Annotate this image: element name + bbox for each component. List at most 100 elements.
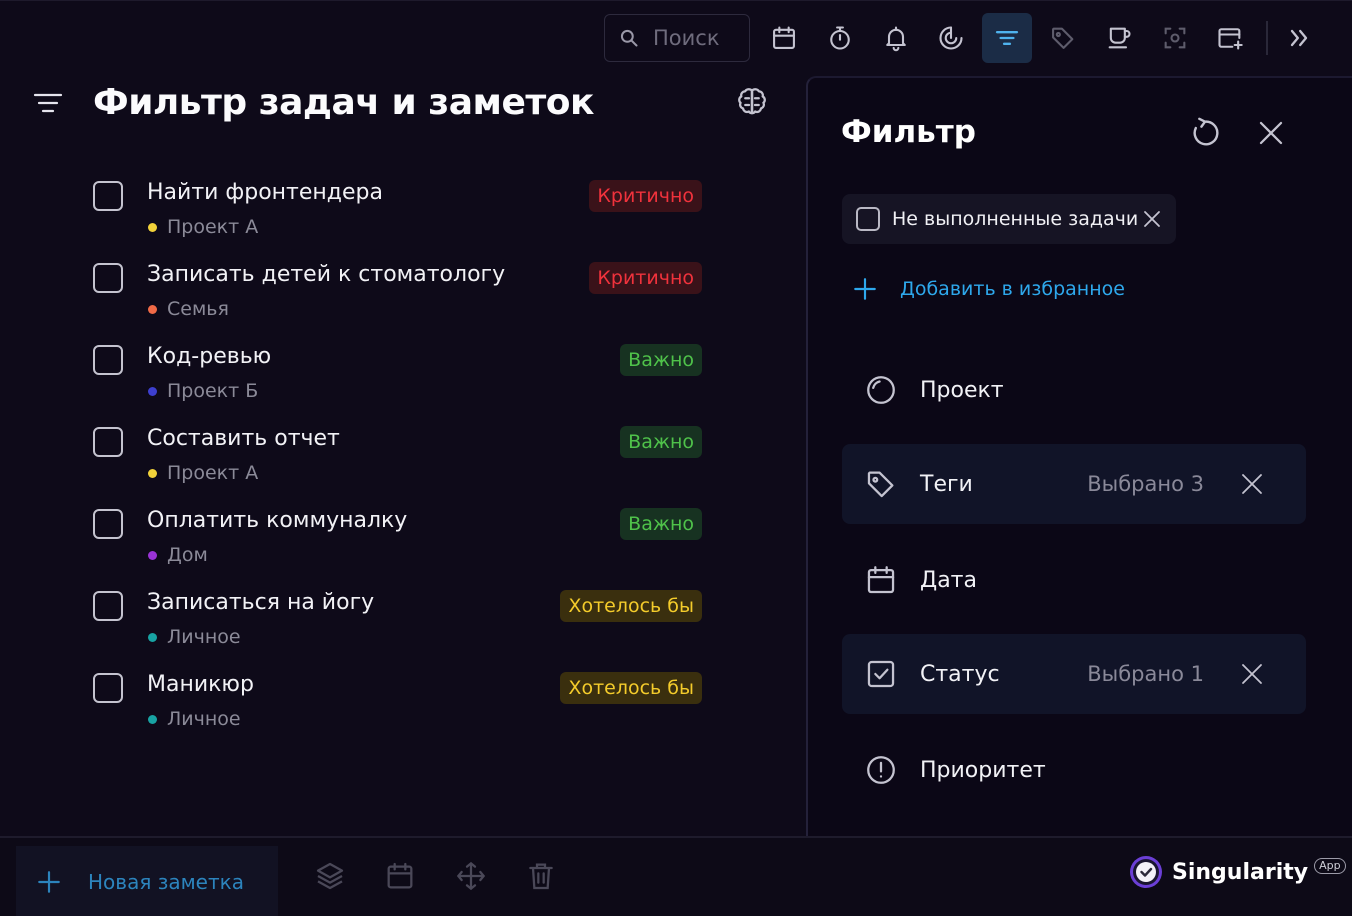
ai-button[interactable] xyxy=(734,84,770,120)
filter-row-value: Выбрано 1 xyxy=(1087,662,1204,686)
notifications-button[interactable] xyxy=(871,13,921,63)
task-row[interactable]: Записаться на йогу Личное Хотелось бы xyxy=(92,586,704,668)
task-project: Проект А xyxy=(148,216,258,238)
task-list-panel: Фильтр задач и заметок Найти фронтендера… xyxy=(0,76,806,836)
tags-button[interactable] xyxy=(1038,13,1088,63)
task-project: Дом xyxy=(148,544,208,566)
expand-right-icon xyxy=(1290,29,1308,47)
task-row[interactable]: Найти фронтендера Проект А Критично xyxy=(92,176,704,258)
bell-icon xyxy=(886,26,906,52)
task-project-label: Личное xyxy=(167,708,241,730)
saved-filter-chip[interactable]: Не выполненные задачи xyxy=(842,194,1176,244)
project-dot xyxy=(148,386,157,396)
calendar-button[interactable] xyxy=(759,13,809,63)
task-project: Проект Б xyxy=(148,380,258,402)
task-row[interactable]: Код-ревью Проект Б Важно xyxy=(92,340,704,422)
filter-panel: Фильтр Не выполненные задачи Добавить в … xyxy=(806,76,1352,836)
task-row[interactable]: Записать детей к стоматологу Семья Крити… xyxy=(92,258,704,340)
clear-status-button[interactable] xyxy=(1240,662,1264,686)
close-icon xyxy=(1259,121,1283,145)
close-filter-button[interactable] xyxy=(1256,118,1286,148)
project-dot xyxy=(148,632,157,642)
timer-button[interactable] xyxy=(815,13,865,63)
bottom-bar: Новая заметка Singularity App xyxy=(0,836,1352,916)
task-project: Личное xyxy=(148,708,241,730)
task-project: Семья xyxy=(148,298,229,320)
priority-badge: Хотелось бы xyxy=(560,590,702,622)
toolbar-divider xyxy=(1266,21,1268,55)
filter-row-priority[interactable]: Приоритет xyxy=(842,730,1306,810)
focus-button[interactable] xyxy=(1150,13,1200,63)
layers-icon xyxy=(316,862,344,890)
new-note-button[interactable]: Новая заметка xyxy=(16,846,278,916)
chip-checkbox[interactable] xyxy=(856,207,880,231)
filter-icon xyxy=(995,31,1019,45)
calendar-icon xyxy=(387,862,413,889)
task-checkbox[interactable] xyxy=(93,181,123,211)
priority-badge: Хотелось бы xyxy=(560,672,702,704)
habits-button[interactable] xyxy=(926,13,976,63)
task-project-label: Личное xyxy=(167,626,241,648)
filter-row-date[interactable]: Дата xyxy=(842,540,1306,620)
layers-button[interactable] xyxy=(314,860,346,892)
search-box[interactable] xyxy=(604,14,750,62)
chip-label: Не выполненные задачи xyxy=(892,208,1139,230)
calendar-icon xyxy=(773,26,795,49)
project-dot xyxy=(148,550,157,560)
filter-row-status[interactable]: Статус Выбрано 1 xyxy=(842,634,1306,714)
task-row[interactable]: Составить отчет Проект А Важно xyxy=(92,422,704,504)
clear-tags-button[interactable] xyxy=(1240,472,1264,496)
coffee-icon xyxy=(1108,27,1131,49)
project-dot xyxy=(148,304,157,314)
task-project-label: Проект А xyxy=(167,462,259,484)
filter-row-tags[interactable]: Теги Выбрано 3 xyxy=(842,444,1306,524)
task-checkbox[interactable] xyxy=(93,427,123,457)
task-row[interactable]: Маникюр Личное Хотелось бы xyxy=(92,668,704,750)
break-button[interactable] xyxy=(1094,13,1144,63)
reset-filter-button[interactable] xyxy=(1188,116,1222,150)
task-project: Проект А xyxy=(148,462,258,484)
filter-button[interactable] xyxy=(982,13,1032,63)
task-title: Записать детей к стоматологу xyxy=(147,262,506,287)
task-project-label: Проект А xyxy=(167,216,259,238)
task-title: Маникюр xyxy=(147,672,254,697)
task-title: Оплатить коммуналку xyxy=(147,508,408,533)
plus-icon xyxy=(854,278,876,300)
task-title: Составить отчет xyxy=(147,426,340,451)
filter-row-label: Приоритет xyxy=(920,757,1046,783)
task-row[interactable]: Оплатить коммуналку Дом Важно xyxy=(92,504,704,586)
task-project-label: Проект Б xyxy=(167,380,259,402)
tag-icon xyxy=(1052,27,1074,49)
task-checkbox[interactable] xyxy=(93,591,123,621)
sort-icon xyxy=(33,93,63,113)
delete-button[interactable] xyxy=(525,860,557,892)
schedule-button[interactable] xyxy=(384,860,416,892)
filter-row-project[interactable]: Проект xyxy=(842,350,1306,430)
project-dot xyxy=(148,468,157,478)
filter-row-label: Дата xyxy=(920,567,977,593)
remove-chip-button[interactable] xyxy=(1140,207,1164,231)
calendar-icon xyxy=(867,566,895,594)
sort-menu-button[interactable] xyxy=(30,88,66,118)
add-favorite-button[interactable]: Добавить в избранное xyxy=(852,274,1125,304)
task-project-label: Дом xyxy=(167,544,208,566)
task-title: Записаться на йогу xyxy=(147,590,375,615)
task-checkbox[interactable] xyxy=(93,345,123,375)
task-checkbox[interactable] xyxy=(93,509,123,539)
move-button[interactable] xyxy=(455,860,487,892)
timer-icon xyxy=(830,26,850,50)
brain-icon xyxy=(738,88,766,115)
new-window-button[interactable] xyxy=(1205,13,1255,63)
add-favorite-label: Добавить в избранное xyxy=(900,278,1125,300)
task-checkbox[interactable] xyxy=(93,263,123,293)
trash-icon xyxy=(529,863,553,890)
filter-row-label: Статус xyxy=(920,661,1000,687)
search-input[interactable] xyxy=(653,26,743,50)
expand-button[interactable] xyxy=(1274,13,1324,63)
priority-badge: Важно xyxy=(620,426,702,458)
focus-icon xyxy=(1164,27,1186,49)
task-project: Личное xyxy=(148,626,241,648)
task-checkbox[interactable] xyxy=(93,673,123,703)
habit-icon xyxy=(939,26,963,50)
close-icon xyxy=(1242,664,1262,684)
